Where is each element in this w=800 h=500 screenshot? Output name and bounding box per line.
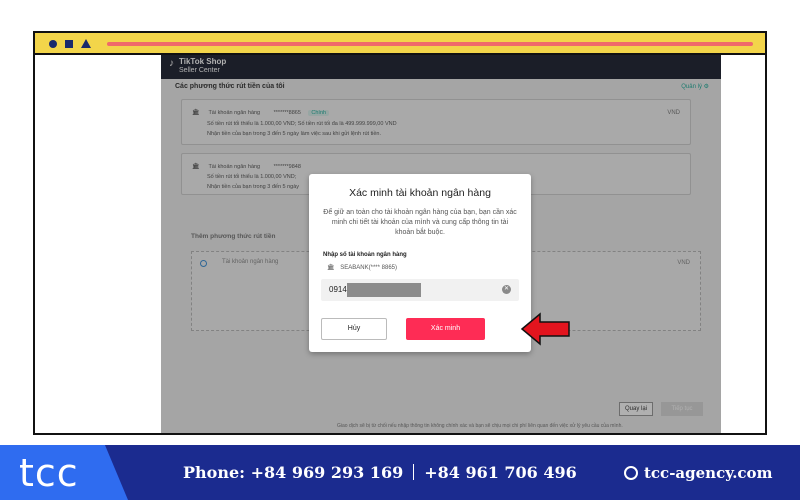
verify-bank-dialog: Xác minh tài khoản ngân hàng Để giữ an t… [309, 174, 531, 352]
frame-title-bar [35, 33, 765, 55]
dialog-title: Xác minh tài khoản ngân hàng [349, 187, 491, 199]
phone-1: Phone: +84 969 293 169 [183, 463, 404, 482]
phone-numbers: Phone: +84 969 293 169 +84 961 706 496 [183, 463, 577, 482]
bank-name: SEABANK(**** 8865) [340, 265, 397, 271]
red-arrow-icon [520, 312, 570, 346]
cancel-button[interactable]: Hủy [321, 318, 387, 340]
verify-button[interactable]: Xác minh [406, 318, 485, 340]
contact-banner: tcc Phone: +84 969 293 169 +84 961 706 49… [0, 445, 800, 500]
account-number-input[interactable]: 0914 ✕ [321, 279, 519, 301]
redacted-mask [347, 283, 421, 297]
phone-2: +84 961 706 496 [424, 463, 577, 482]
input-value: 0914 [329, 285, 347, 294]
clear-icon[interactable]: ✕ [502, 285, 511, 294]
circle-icon [49, 40, 57, 48]
bank-icon: 🏛 [327, 265, 335, 271]
website-url: tcc-agency.com [644, 464, 773, 482]
bank-line: 🏛 SEABANK(**** 8865) [327, 264, 397, 271]
account-number-label: Nhập số tài khoản ngân hàng [323, 252, 407, 258]
square-icon [65, 40, 73, 48]
globe-icon [624, 466, 638, 480]
dialog-description: Để giữ an toàn cho tài khoản ngân hàng c… [323, 209, 517, 236]
triangle-icon [81, 39, 91, 48]
website: tcc-agency.com [624, 464, 772, 482]
address-bar-decoration [107, 42, 753, 46]
separator [413, 464, 415, 480]
tcc-logo: tcc [19, 451, 79, 495]
